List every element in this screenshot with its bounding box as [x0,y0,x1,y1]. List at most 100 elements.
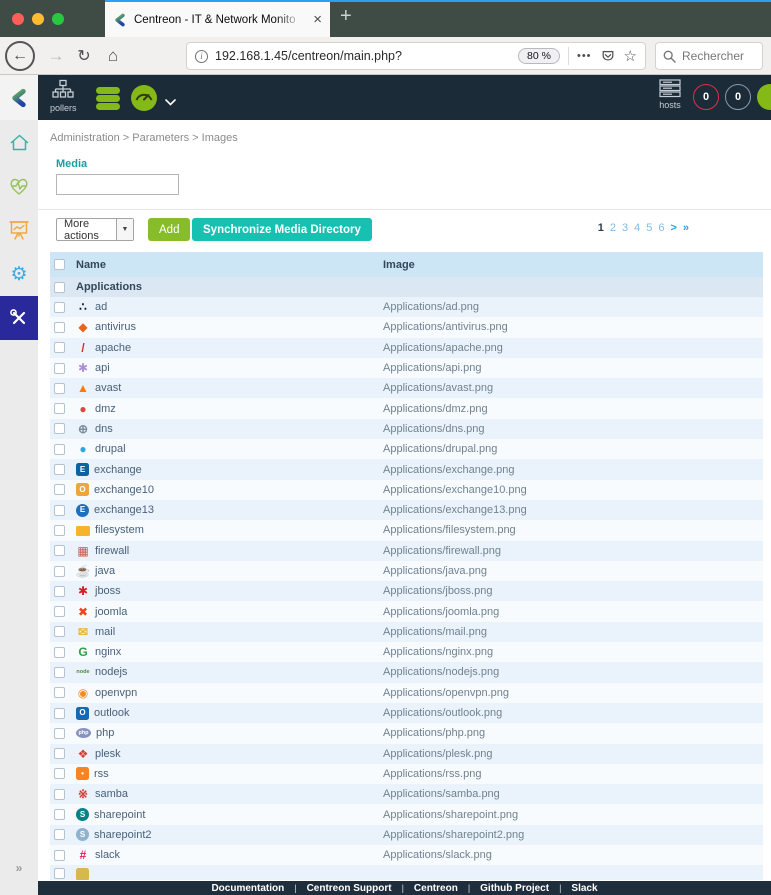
media-name-link[interactable]: jboss [95,585,121,597]
media-name-link[interactable]: dns [95,423,113,435]
media-name-link[interactable]: slack [95,849,120,861]
table-row[interactable]: phpphp Applications/php.png [50,723,763,743]
media-name-link[interactable]: samba [95,788,128,800]
media-name-link[interactable]: nodejs [95,666,127,678]
more-actions-arrow-icon[interactable]: ▼ [116,219,133,240]
database-status-icon[interactable] [93,83,123,118]
row-checkbox[interactable] [54,647,65,658]
row-checkbox[interactable] [54,505,65,516]
row-checkbox[interactable] [54,809,65,820]
row-checkbox[interactable] [54,566,65,577]
pagination-next[interactable]: > [670,222,676,234]
table-row[interactable]: ✱api Applications/api.png [50,358,763,378]
sidebar-item-administration[interactable] [0,296,38,340]
select-all-checkbox[interactable] [54,259,65,270]
table-row[interactable]: •rss Applications/rss.png [50,764,763,784]
table-row[interactable]: ✱jboss Applications/jboss.png [50,581,763,601]
media-name-link[interactable]: mail [95,626,115,638]
media-name-link[interactable]: exchange13 [94,504,154,516]
row-checkbox[interactable] [54,525,65,536]
window-close-button[interactable] [12,13,24,25]
media-name-link[interactable]: exchange10 [94,484,154,496]
table-row[interactable]: ◆antivirus Applications/antivirus.png [50,317,763,337]
table-row[interactable]: ●drupal Applications/drupal.png [50,439,763,459]
footer-link[interactable]: Centreon Support [307,883,392,894]
window-minimize-button[interactable] [32,13,44,25]
row-checkbox[interactable] [54,748,65,759]
media-name-link[interactable]: java [95,565,115,577]
more-actions-select[interactable]: More actions ▼ [56,218,134,241]
row-checkbox[interactable] [54,444,65,455]
table-row[interactable]: ※samba Applications/samba.png [50,784,763,804]
hosts-up-badge[interactable] [757,84,771,110]
page-actions-icon[interactable]: ••• [577,50,592,62]
row-checkbox[interactable] [54,728,65,739]
row-checkbox[interactable] [54,687,65,698]
row-checkbox[interactable] [54,545,65,556]
page-zoom-badge[interactable]: 80 % [518,48,560,64]
table-row[interactable]: ✉mail Applications/mail.png [50,622,763,642]
media-name-link[interactable]: php [96,727,114,739]
media-name-link[interactable]: antivirus [95,321,136,333]
footer-link[interactable]: Github Project [480,883,549,894]
media-name-link[interactable]: sharepoint2 [94,829,152,841]
add-button[interactable]: Add [148,218,190,241]
pagination-page[interactable]: 6 [658,222,664,234]
table-row[interactable]: ✖joomla Applications/joomla.png [50,601,763,621]
breadcrumb[interactable]: Administration > Parameters > Images [50,132,238,144]
media-name-link[interactable]: openvpn [95,687,137,699]
pagination-page[interactable]: 2 [610,222,616,234]
media-name-link[interactable]: plesk [95,748,121,760]
table-row[interactable]: Eexchange Applications/exchange.png [50,459,763,479]
row-checkbox[interactable] [54,464,65,475]
breadcrumb-item[interactable]: Images [202,132,238,144]
table-row[interactable]: Ooutlook Applications/outlook.png [50,703,763,723]
bookmark-star-icon[interactable]: ☆ [624,47,637,65]
pagination-last[interactable]: » [683,222,689,234]
table-row[interactable]: ▲avast Applications/avast.png [50,378,763,398]
row-checkbox[interactable] [54,868,65,879]
group-checkbox[interactable] [54,282,65,293]
table-row[interactable]: ◉openvpn Applications/openvpn.png [50,683,763,703]
hosts-down-badge[interactable]: 0 [693,84,719,110]
row-checkbox[interactable] [54,342,65,353]
pollers-menu[interactable]: pollers [50,79,77,113]
synchronize-media-button[interactable]: Synchronize Media Directory [192,218,372,241]
footer-link[interactable]: Documentation [211,883,284,894]
table-row[interactable]: ∴ad Applications/ad.png [50,297,763,317]
sidebar-item-configuration[interactable]: ⚙ [0,252,38,296]
table-row[interactable]: ▦firewall Applications/firewall.png [50,541,763,561]
media-name-link[interactable]: avast [95,382,121,394]
table-row[interactable]: filesystem Applications/filesystem.png [50,520,763,540]
row-checkbox[interactable] [54,484,65,495]
breadcrumb-item[interactable]: Administration [50,132,120,144]
row-checkbox[interactable] [54,586,65,597]
pagination-page[interactable]: 5 [646,222,652,234]
row-checkbox[interactable] [54,626,65,637]
site-info-icon[interactable]: i [195,50,208,63]
row-checkbox[interactable] [54,789,65,800]
media-name-link[interactable]: exchange [94,464,142,476]
home-button[interactable]: ⌂ [101,37,125,75]
back-button[interactable]: ← [5,41,35,71]
row-checkbox[interactable] [54,363,65,374]
row-checkbox[interactable] [54,768,65,779]
reload-button[interactable]: ↻ [72,37,96,75]
media-name-link[interactable]: dmz [95,403,116,415]
table-row[interactable]: ☕java Applications/java.png [50,561,763,581]
row-checkbox[interactable] [54,850,65,861]
media-name-link[interactable]: outlook [94,707,129,719]
row-checkbox[interactable] [54,667,65,678]
table-row[interactable]: Gnginx Applications/nginx.png [50,642,763,662]
url-bar[interactable]: i 192.168.1.45/centreon/main.php? 80 % •… [186,42,646,70]
search-input[interactable]: Rechercher [655,42,763,70]
table-row[interactable]: ●dmz Applications/dmz.png [50,398,763,418]
row-checkbox[interactable] [54,423,65,434]
table-row[interactable] [50,865,763,880]
media-name-link[interactable]: sharepoint [94,809,145,821]
row-checkbox[interactable] [54,829,65,840]
tab-close-icon[interactable]: × [313,12,322,27]
row-checkbox[interactable] [54,606,65,617]
table-row[interactable]: Eexchange13 Applications/exchange13.png [50,500,763,520]
media-name-link[interactable]: apache [95,342,131,354]
